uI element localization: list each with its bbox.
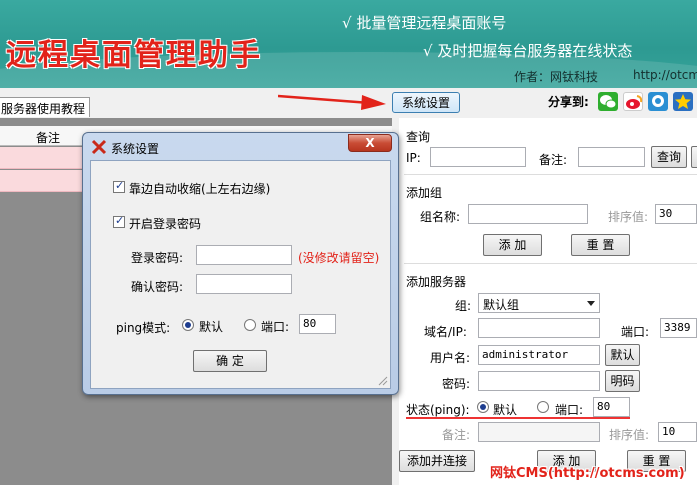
dock-autohide-checkbox[interactable] bbox=[113, 179, 125, 193]
confirm-password-input[interactable] bbox=[196, 274, 292, 294]
favorite-icon[interactable] bbox=[673, 92, 693, 111]
ping-mode-label: ping模式: bbox=[116, 321, 171, 335]
app-logo-icon bbox=[91, 139, 107, 155]
status-port-label: 端口: bbox=[555, 403, 584, 417]
status-default-label: 默认 bbox=[493, 403, 518, 417]
server-sort-input[interactable]: 10 bbox=[658, 422, 697, 442]
group-name-label: 组名称: bbox=[420, 210, 461, 224]
ping-port-label: 端口: bbox=[261, 320, 290, 334]
column-header-note[interactable]: 备注 bbox=[36, 129, 60, 146]
query-note-input[interactable] bbox=[578, 147, 645, 167]
reset-group-button[interactable]: 重 置 bbox=[571, 234, 630, 256]
confirm-password-label: 确认密码: bbox=[131, 280, 184, 294]
system-settings-button[interactable]: 系统设置 bbox=[392, 92, 460, 113]
author-label: 作者：网钛科技 bbox=[514, 70, 599, 84]
no-change-hint: (没修改请留空) bbox=[298, 251, 380, 265]
ok-button[interactable]: 确 定 bbox=[193, 350, 267, 372]
password-input[interactable] bbox=[478, 371, 600, 391]
divider bbox=[404, 263, 697, 264]
dialog-title: 系统设置 bbox=[111, 142, 160, 156]
server-group-label: 组: bbox=[455, 299, 472, 313]
login-password-input[interactable] bbox=[196, 245, 292, 265]
slogan-batch-manage: √ 批量管理远程桌面账号 bbox=[342, 14, 507, 32]
password-label: 密码: bbox=[442, 377, 471, 391]
add-and-connect-button[interactable]: 添加并连接 bbox=[399, 450, 475, 472]
resize-grip-icon[interactable] bbox=[378, 376, 388, 386]
query-button[interactable]: 查询 bbox=[651, 146, 687, 168]
dialog-body: 靠边自动收缩(上左右边缘) 开启登录密码 登录密码: (没修改请留空) 确认密码… bbox=[90, 160, 391, 389]
dock-autohide-label: 靠边自动收缩(上左右边缘) bbox=[129, 182, 271, 196]
server-sort-label: 排序值: bbox=[609, 428, 650, 442]
qzone-icon[interactable] bbox=[648, 92, 668, 111]
divider bbox=[404, 174, 697, 175]
server-group-selected: 默认组 bbox=[483, 298, 520, 312]
server-group-select[interactable]: 默认组 bbox=[478, 293, 600, 313]
login-password-label: 登录密码: bbox=[131, 251, 184, 265]
server-note-input[interactable] bbox=[478, 422, 600, 442]
ip-label: IP: bbox=[406, 151, 421, 165]
ping-port-input[interactable]: 80 bbox=[299, 314, 336, 334]
status-ping-label: 状态(ping): bbox=[406, 403, 470, 417]
status-default-radio[interactable] bbox=[477, 401, 489, 413]
status-port-radio[interactable] bbox=[537, 401, 549, 413]
weibo-icon[interactable] bbox=[623, 92, 643, 111]
ping-default-radio[interactable] bbox=[182, 319, 194, 331]
status-port-input[interactable]: 80 bbox=[593, 397, 630, 417]
query-ip-input[interactable] bbox=[430, 147, 526, 167]
domain-input[interactable] bbox=[478, 318, 600, 338]
close-button[interactable]: X bbox=[348, 134, 392, 152]
slogan-online-status: √ 及时把握每台服务器在线状态 bbox=[423, 42, 633, 60]
tutorial-tab[interactable]: 服务器使用教程 bbox=[0, 97, 91, 117]
red-underline-annotation bbox=[406, 417, 630, 419]
watermark: 网钛CMS(http://otcms.com) bbox=[490, 466, 685, 481]
domain-label: 域名/IP: bbox=[424, 325, 467, 339]
chevron-down-icon bbox=[587, 301, 595, 306]
ping-default-label: 默认 bbox=[199, 320, 224, 334]
login-password-toggle-label: 开启登录密码 bbox=[129, 217, 202, 231]
show-password-button[interactable]: 明码 bbox=[605, 370, 640, 392]
group-sort-input[interactable]: 30 bbox=[655, 204, 697, 224]
share-label: 分享到: bbox=[548, 95, 589, 109]
site-link[interactable]: http://otcm bbox=[633, 68, 697, 82]
query-note-label: 备注: bbox=[539, 153, 568, 167]
ping-port-radio[interactable] bbox=[244, 319, 256, 331]
red-arrow-annotation bbox=[278, 94, 386, 110]
group-sort-label: 排序值: bbox=[608, 210, 649, 224]
server-port-input[interactable]: 3389 bbox=[660, 318, 697, 338]
system-settings-dialog: 系统设置 X 靠边自动收缩(上左右边缘) 开启登录密码 登录密码: (没修改请留… bbox=[82, 132, 399, 395]
add-group-button[interactable]: 添 加 bbox=[483, 234, 542, 256]
wechat-icon[interactable] bbox=[598, 92, 618, 111]
username-label: 用户名: bbox=[430, 351, 471, 365]
form-panel: 查询 IP: 备注: 查询 添加组 组名称: 排序值: 30 添 加 重 置 添… bbox=[399, 118, 697, 485]
group-name-input[interactable] bbox=[468, 204, 588, 224]
server-note-label: 备注: bbox=[442, 428, 471, 442]
app-title: 远程桌面管理助手 bbox=[6, 38, 262, 73]
app-banner: 远程桌面管理助手 √ 批量管理远程桌面账号 √ 及时把握每台服务器在线状态 作者… bbox=[0, 0, 697, 88]
login-password-checkbox[interactable] bbox=[113, 214, 125, 228]
username-input[interactable]: administrator bbox=[478, 345, 600, 365]
server-port-label: 端口: bbox=[621, 325, 650, 339]
default-user-button[interactable]: 默认 bbox=[605, 344, 640, 366]
query-extra-button[interactable] bbox=[691, 146, 697, 168]
add-server-title: 添加服务器 bbox=[406, 275, 467, 289]
query-group-title: 查询 bbox=[406, 130, 431, 144]
add-group-title: 添加组 bbox=[406, 186, 443, 200]
